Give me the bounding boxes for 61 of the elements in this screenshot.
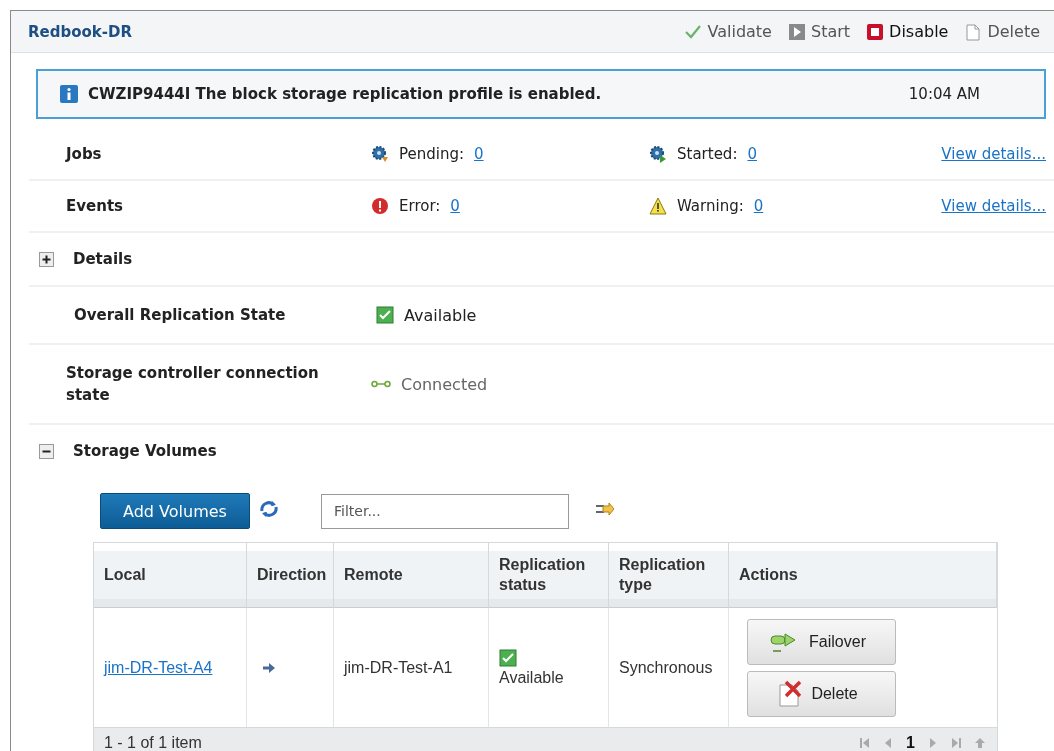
add-volumes-button[interactable]: Add Volumes [100, 493, 250, 529]
delete-document-icon [777, 679, 804, 708]
next-page-icon[interactable] [929, 738, 937, 748]
panel-title: Redbook-DR [28, 22, 132, 41]
previous-page-icon[interactable] [884, 738, 893, 748]
toolbar-button[interactable]: Disable [866, 22, 949, 41]
volume-link[interactable]: jim-DR-Test-A4 [104, 658, 213, 677]
item-count: 1 - 1 of 1 item [104, 734, 202, 751]
toolbar-button[interactable]: Delete [964, 22, 1040, 41]
column-header[interactable]: Direction [247, 543, 334, 608]
filter-arrow-icon[interactable] [595, 502, 614, 516]
gear-icon [649, 145, 667, 163]
connection-icon [371, 379, 391, 389]
refresh-icon[interactable] [259, 499, 279, 519]
page-number[interactable]: 1 [906, 734, 915, 751]
checkbox-icon [499, 648, 517, 667]
gear-icon [371, 145, 389, 163]
row-action-button[interactable]: Failover [747, 618, 896, 665]
count-link[interactable]: 0 [450, 197, 460, 215]
count-label: Error: [399, 197, 441, 215]
message-text: CWZIP9444I The block storage replication profile is enabled. [88, 85, 603, 103]
checkbox-icon [376, 306, 394, 324]
details-link[interactable]: View details... [941, 145, 1046, 163]
toolbar-button[interactable]: Start [787, 22, 851, 41]
row-action-button[interactable]: Delete [747, 670, 896, 717]
message-time: 10:04 AM [908, 85, 980, 103]
right-arrow-icon [263, 662, 275, 673]
row-label: Events [66, 197, 124, 215]
count-link[interactable]: 0 [474, 145, 484, 163]
count-label: Warning: [677, 197, 744, 215]
state-label: Storage controller connection state [66, 363, 320, 406]
column-header[interactable]: Remote [334, 543, 489, 608]
count-link[interactable]: 0 [753, 197, 764, 215]
count-label: Pending: [399, 145, 465, 163]
error-icon [371, 197, 389, 215]
row-label: Jobs [66, 145, 103, 163]
section-title: Details [73, 250, 133, 268]
status-text: Available [499, 668, 564, 687]
column-header[interactable]: Replication status [489, 543, 609, 608]
info-icon [60, 85, 78, 103]
state-value: Available [404, 305, 477, 325]
toolbar-button[interactable]: Validate [684, 22, 772, 41]
filter-field[interactable]: Filter... [321, 493, 569, 529]
first-page-icon[interactable] [860, 738, 871, 748]
count-link[interactable]: 0 [747, 145, 757, 163]
collapse-icon[interactable] [39, 443, 54, 459]
expand-icon[interactable] [39, 251, 54, 267]
column-header[interactable]: Replication type [609, 543, 729, 608]
play-icon [787, 22, 806, 41]
warning-icon [649, 197, 667, 215]
details-link[interactable]: View details... [941, 197, 1046, 215]
count-label: Started: [677, 145, 738, 163]
document-icon [964, 22, 983, 41]
state-value: Connected [401, 374, 488, 394]
column-header[interactable]: Actions [729, 543, 997, 608]
stop-icon [866, 22, 885, 41]
section-title: Storage Volumes [73, 442, 217, 460]
last-page-icon[interactable] [951, 738, 961, 748]
state-label: Overall Replication State [74, 305, 287, 326]
up-arrow-icon[interactable] [975, 738, 985, 748]
column-header[interactable]: Local [94, 543, 247, 608]
